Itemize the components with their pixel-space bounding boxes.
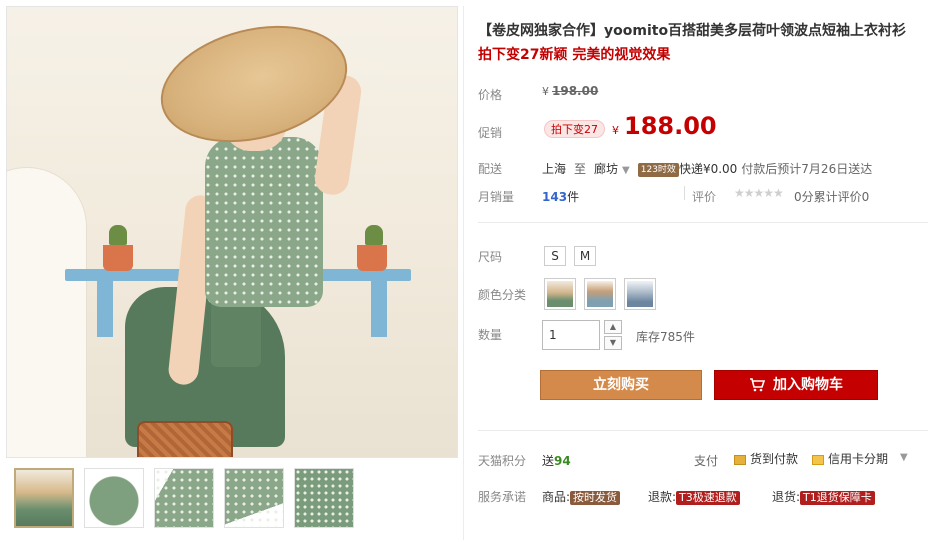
- quantity-up-button[interactable]: ▲: [604, 320, 622, 334]
- service-badge: T3极速退款: [676, 491, 740, 505]
- delivery-estimate: 付款后预计7月26日送达: [741, 162, 873, 176]
- credit-card-icon: [812, 454, 824, 465]
- thumbnail-4[interactable]: [224, 468, 284, 528]
- payment-label: 支付: [694, 454, 719, 468]
- section-divider: [478, 222, 928, 223]
- service-badge: 按时发货: [570, 491, 621, 505]
- cod-label: 货到付款: [750, 452, 799, 466]
- shipping-label: 配送: [478, 162, 503, 176]
- quantity-label: 数量: [478, 328, 503, 342]
- ship-to-word: 至: [574, 162, 587, 176]
- service-prefix: 退款:: [648, 490, 677, 504]
- original-price: ¥198.00: [542, 84, 598, 98]
- service-return-guarantee[interactable]: 退货: T1退货保障卡: [772, 488, 875, 505]
- quantity-down-button[interactable]: ▼: [604, 336, 622, 350]
- divider: [684, 186, 685, 200]
- sales-unit: 件: [567, 190, 580, 204]
- express-fee: 快递¥0.00: [678, 162, 738, 176]
- stock-count: 库存785件: [636, 330, 695, 344]
- model-figure: [125, 7, 385, 457]
- price-label: 价格: [478, 88, 503, 102]
- delivery-time-tag: 123时效: [637, 162, 679, 177]
- wicker-basket: [137, 421, 233, 457]
- thumbnail-1[interactable]: [14, 468, 74, 528]
- review-count-link[interactable]: 0分累计评价0: [794, 188, 869, 205]
- promo-badge: 拍下变27: [544, 120, 605, 138]
- sales-count: 143: [542, 190, 568, 204]
- ship-from: 上海: [542, 162, 567, 176]
- credit-installment-label: 信用卡分期: [828, 452, 889, 466]
- service-prefix: 退货:: [772, 490, 801, 504]
- chevron-down-icon[interactable]: ▼: [900, 452, 908, 463]
- monthly-sales: 143件: [542, 188, 579, 205]
- swatch-image: [547, 281, 573, 307]
- quantity-input[interactable]: 1: [542, 320, 600, 350]
- points-label: 天猫积分: [478, 454, 527, 468]
- color-swatch-2[interactable]: [584, 278, 616, 310]
- add-to-cart-label: 加入购物车: [773, 377, 843, 393]
- product-gallery: [6, 6, 458, 538]
- buy-now-button[interactable]: 立刻购买: [540, 370, 702, 400]
- points-prefix: 送: [542, 454, 555, 468]
- cash-on-delivery-option[interactable]: 货到付款: [734, 450, 798, 467]
- thumbnail-strip: [6, 468, 458, 538]
- color-swatch-1[interactable]: [544, 278, 576, 310]
- main-product-photo[interactable]: [6, 6, 458, 458]
- product-title: 【卷皮网独家合作】yoomito百搭甜美多层荷叶领波点短袖上衣衬衫: [478, 23, 907, 39]
- tmall-points: 送94: [542, 452, 571, 469]
- thumbnail-5[interactable]: [294, 468, 354, 528]
- swatch-image: [627, 281, 653, 307]
- chevron-down-icon[interactable]: ▼: [622, 165, 630, 176]
- sales-label: 月销量: [478, 190, 515, 204]
- quantity-stepper: ▲ ▼: [604, 320, 622, 350]
- size-label: 尺码: [478, 250, 503, 264]
- cart-icon: [750, 378, 765, 392]
- promo-price: 188.00: [624, 112, 717, 140]
- promo-label: 促销: [478, 126, 503, 140]
- points-value: 94: [554, 454, 571, 468]
- yen-sign: ¥: [542, 85, 549, 98]
- cod-icon: [734, 454, 746, 465]
- color-label: 颜色分类: [478, 288, 527, 302]
- shipping-info: 上海至廊坊 ▼ 123时效 快递¥0.00 付款后预计7月26日送达: [542, 160, 872, 177]
- swatch-image: [587, 281, 613, 307]
- service-label: 服务承诺: [478, 490, 527, 504]
- thumbnail-2[interactable]: [84, 468, 144, 528]
- model-blouse: [205, 137, 323, 307]
- color-swatch-3[interactable]: [624, 278, 656, 310]
- review-label: 评价: [692, 190, 717, 204]
- product-info-panel: 【卷皮网独家合作】yoomito百搭甜美多层荷叶领波点短袖上衣衬衫 拍下变27新…: [472, 6, 930, 542]
- section-divider: [478, 430, 928, 431]
- credit-installment-option[interactable]: 信用卡分期: [812, 450, 888, 467]
- service-prefix: 商品:: [542, 490, 571, 504]
- size-option-m[interactable]: M: [574, 246, 596, 266]
- service-ship-on-time[interactable]: 商品: 按时发货: [542, 488, 621, 505]
- rating-stars-icon: ★★★★★: [734, 186, 784, 200]
- service-badge: T1退货保障卡: [800, 491, 875, 505]
- service-fast-refund[interactable]: 退款: T3极速退款: [648, 488, 740, 505]
- product-subtitle: 拍下变27新颖 完美的视觉效果: [478, 47, 671, 63]
- background-arch: [7, 167, 87, 457]
- original-price-value: 198.00: [552, 84, 599, 98]
- promo-yen-sign: ¥: [612, 124, 619, 137]
- thumbnail-3[interactable]: [154, 468, 214, 528]
- panel-divider: [463, 6, 464, 540]
- ship-destination-select[interactable]: 廊坊: [594, 162, 618, 176]
- size-option-s[interactable]: S: [544, 246, 566, 266]
- add-to-cart-button[interactable]: 加入购物车: [714, 370, 878, 400]
- shelf-bracket-left: [97, 281, 113, 337]
